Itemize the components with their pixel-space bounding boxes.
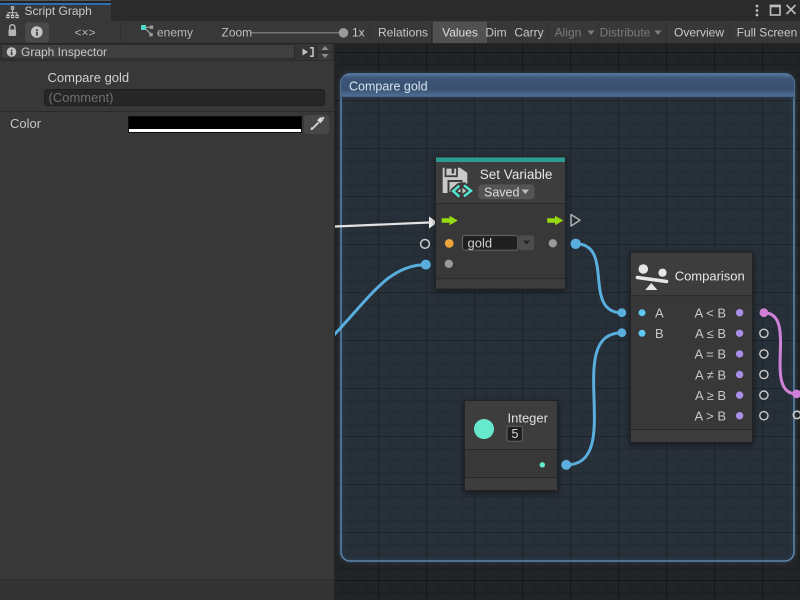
svg-text:Values: Values bbox=[442, 26, 478, 40]
svg-text:Graph Inspector: Graph Inspector bbox=[21, 45, 107, 59]
svg-text:Carry: Carry bbox=[514, 26, 543, 40]
svg-text:Full Screen: Full Screen bbox=[737, 26, 798, 40]
svg-text:gold: gold bbox=[468, 236, 493, 251]
svg-text:A: A bbox=[655, 306, 664, 321]
svg-text:Align: Align bbox=[555, 26, 582, 40]
svg-text:A ≤ B: A ≤ B bbox=[695, 326, 726, 341]
svg-text:A = B: A = B bbox=[695, 347, 726, 362]
svg-text:Zoom: Zoom bbox=[222, 26, 253, 40]
svg-text:A ≠ B: A ≠ B bbox=[695, 367, 726, 382]
svg-text:enemy: enemy bbox=[157, 26, 193, 40]
svg-text:B: B bbox=[655, 326, 664, 341]
svg-text:Relations: Relations bbox=[378, 26, 428, 40]
svg-text:5: 5 bbox=[512, 427, 519, 441]
svg-text:Saved: Saved bbox=[484, 185, 519, 199]
svg-text:A < B: A < B bbox=[695, 306, 726, 321]
svg-text:Distribute: Distribute bbox=[600, 26, 651, 40]
svg-text:Compare gold: Compare gold bbox=[349, 80, 428, 94]
svg-text:<×>: <×> bbox=[74, 26, 95, 40]
svg-text:Set Variable: Set Variable bbox=[480, 167, 553, 182]
svg-text:Comparison: Comparison bbox=[675, 269, 745, 284]
svg-text:A > B: A > B bbox=[695, 409, 726, 424]
svg-text:Overview: Overview bbox=[674, 26, 724, 40]
svg-text:Dim: Dim bbox=[485, 26, 506, 40]
svg-text:1x: 1x bbox=[352, 26, 365, 40]
svg-text:Integer: Integer bbox=[508, 411, 549, 426]
svg-text:A ≥ B: A ≥ B bbox=[695, 388, 726, 403]
